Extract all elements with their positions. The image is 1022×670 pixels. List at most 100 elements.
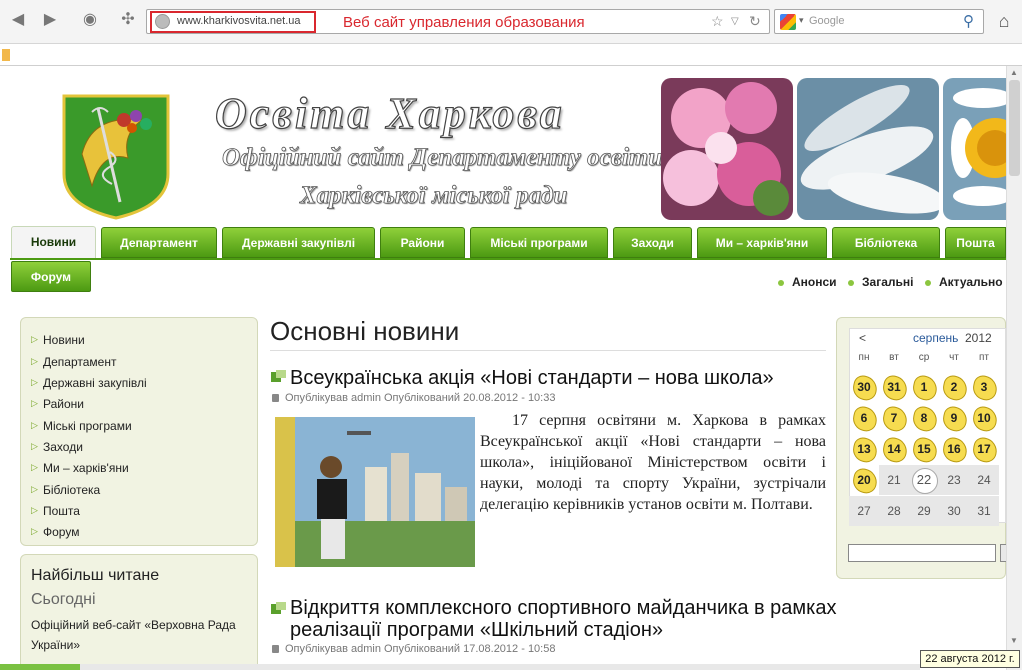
web-page: Освіта Харкова Офіційний сайт Департамен… <box>0 66 1006 670</box>
reload-icon[interactable]: ↻ <box>749 13 761 30</box>
calendar-prev-button[interactable]: < <box>859 331 866 345</box>
arrow-right-icon: ▷ <box>31 484 38 494</box>
calendar-day[interactable]: 14 <box>879 434 909 464</box>
leftnav-item[interactable]: ▷ Райони <box>31 397 84 411</box>
search-placeholder[interactable]: Google <box>809 15 844 27</box>
calendar-day[interactable]: 13 <box>849 434 879 464</box>
calendar-day[interactable]: 17 <box>969 434 999 464</box>
article-photo[interactable] <box>275 417 475 567</box>
most-read-block: Найбільш читане Сьогодні Офіційний веб-с… <box>20 554 258 670</box>
calendar-day-number: 16 <box>947 442 961 456</box>
calendar-day-number: 23 <box>947 473 961 487</box>
main-title: Основні новини <box>270 316 460 346</box>
leftnav-item[interactable]: ▷ Форум <box>31 525 79 539</box>
leftnav-item[interactable]: ▷ Пошта <box>31 504 80 518</box>
calendar-day[interactable]: 1 <box>909 372 939 402</box>
calendar-day[interactable]: 8 <box>909 403 939 433</box>
tab-forum[interactable]: Форум <box>11 261 91 292</box>
tab-department[interactable]: Департамент <box>101 227 217 258</box>
calendar-day[interactable]: 22 <box>909 465 939 495</box>
arrow-right-icon: ▷ <box>31 377 38 387</box>
calendar-day[interactable]: 20 <box>849 465 879 495</box>
calendar-day[interactable]: 31 <box>879 372 909 402</box>
url-text[interactable]: www.kharkivosvita.net.ua <box>177 15 301 27</box>
left-navigation: ▷ Новини ▷ Департамент ▷ Державні закупівлі… <box>20 317 258 546</box>
leftnav-item[interactable]: ▷ Державні закупівлі <box>31 376 147 390</box>
calendar-day[interactable]: 3 <box>969 372 999 402</box>
tab-news[interactable]: Новини <box>11 226 96 259</box>
most-read-item[interactable]: Офіційний веб-сайт «Верховна Рада <box>31 618 236 632</box>
arrow-right-icon: ▷ <box>31 526 38 536</box>
leftnav-item[interactable]: ▷ Міські програми <box>31 419 132 433</box>
extension-icon[interactable]: ✣ <box>116 8 140 32</box>
article-title[interactable]: Всеукраїнська акція «Нові стандарти – но… <box>290 366 774 390</box>
calendar-day[interactable]: 15 <box>909 434 939 464</box>
tab-city-programs[interactable]: Міські програми <box>470 227 608 258</box>
subnav-announcements[interactable]: Анонси <box>778 275 837 289</box>
search-box[interactable]: ▾ Google ⚲ <box>774 9 984 34</box>
leftnav-item[interactable]: ▷ Ми – харків'яни <box>31 461 129 475</box>
calendar-day[interactable]: 16 <box>939 434 969 464</box>
scroll-up-icon[interactable]: ▲ <box>1010 68 1018 77</box>
leftnav-item[interactable]: ▷ Бібліотека <box>31 483 100 497</box>
scrollbar-thumb[interactable] <box>1009 80 1020 176</box>
article-title-2-line2[interactable]: реалізації програми «Шкільний стадіон» <box>290 618 663 642</box>
scrollbar[interactable]: ▲ ▼ <box>1006 66 1022 670</box>
bookmark-icon[interactable] <box>2 49 10 61</box>
chevron-down-icon[interactable]: ▾ <box>799 15 804 26</box>
tab-we-kharkivites[interactable]: Ми – харків'яни <box>697 227 827 258</box>
home-icon[interactable]: ⌂ <box>993 10 1015 32</box>
leftnav-item[interactable]: ▷ Департамент <box>31 355 116 369</box>
tab-districts[interactable]: Райони <box>380 227 465 258</box>
header-photo-petals <box>797 78 939 220</box>
calendar-day-number: 1 <box>920 380 928 394</box>
calendar-day-number: 29 <box>917 504 931 518</box>
dropdown-icon[interactable]: ▽ <box>731 16 739 27</box>
calendar-day[interactable]: 2 <box>939 372 969 402</box>
calendar-day: 29 <box>909 496 939 526</box>
calendar-day[interactable]: 9 <box>939 403 969 433</box>
most-read-title: Найбільш читане <box>31 567 160 584</box>
feedback-icon[interactable]: ◉ <box>78 8 102 32</box>
tab-library[interactable]: Бібліотека <box>832 227 940 258</box>
calendar-day: 31 <box>969 496 999 526</box>
address-bar[interactable]: www.kharkivosvita.net.ua Веб сайт управл… <box>146 9 770 34</box>
tab-mail[interactable]: Пошта <box>945 227 1006 258</box>
leftnav-item[interactable]: ▷ Заходи <box>31 440 83 454</box>
arrow-right-icon: ▷ <box>31 462 38 472</box>
calendar-day: 21 <box>879 465 909 495</box>
browser-toolbar: ◀ ▶ ◉ ✣ www.kharkivosvita.net.ua Веб сай… <box>0 0 1022 44</box>
calendar-month[interactable]: серпень <box>913 331 958 345</box>
google-icon[interactable] <box>780 14 796 30</box>
calendar-day-number: 27 <box>857 504 871 518</box>
calendar-day: 23 <box>939 465 969 495</box>
calendar-day-number: 2 <box>950 380 958 394</box>
star-icon[interactable]: ☆ <box>711 13 724 30</box>
leftnav-item[interactable]: ▷ Новини <box>31 333 85 347</box>
back-icon[interactable]: ◀ <box>6 8 30 32</box>
subnav-actual[interactable]: Актуально <box>925 275 1003 289</box>
forward-icon[interactable]: ▶ <box>38 8 62 32</box>
most-read-period[interactable]: Сьогодні <box>31 591 96 609</box>
scroll-down-icon[interactable]: ▼ <box>1010 636 1018 645</box>
calendar-weekday: ср <box>918 352 930 363</box>
calendar-day[interactable]: 10 <box>969 403 999 433</box>
search-input[interactable] <box>848 544 996 562</box>
calendar-day-number: 14 <box>887 442 901 456</box>
tab-events[interactable]: Заходи <box>613 227 692 258</box>
tab-public-procurement[interactable]: Державні закупівлі <box>222 227 375 258</box>
calendar-day-number: 31 <box>977 504 991 518</box>
calendar-weekday: пн <box>858 352 870 363</box>
subnav-general[interactable]: Загальні <box>848 275 913 289</box>
most-read-item-cont[interactable]: України» <box>31 638 80 652</box>
calendar-day-number: 21 <box>887 473 901 487</box>
calendar-day[interactable]: 30 <box>849 372 879 402</box>
bullet-icon <box>925 279 931 286</box>
bookmarks-bar <box>0 44 1022 66</box>
calendar-day[interactable]: 6 <box>849 403 879 433</box>
search-icon[interactable]: ⚲ <box>963 12 974 30</box>
calendar-day[interactable]: 7 <box>879 403 909 433</box>
article-title-2-line1[interactable]: Відкриття комплексного спортивного майда… <box>290 596 836 620</box>
kharkiv-crest-icon <box>62 94 170 220</box>
calendar-day: 24 <box>969 465 999 495</box>
